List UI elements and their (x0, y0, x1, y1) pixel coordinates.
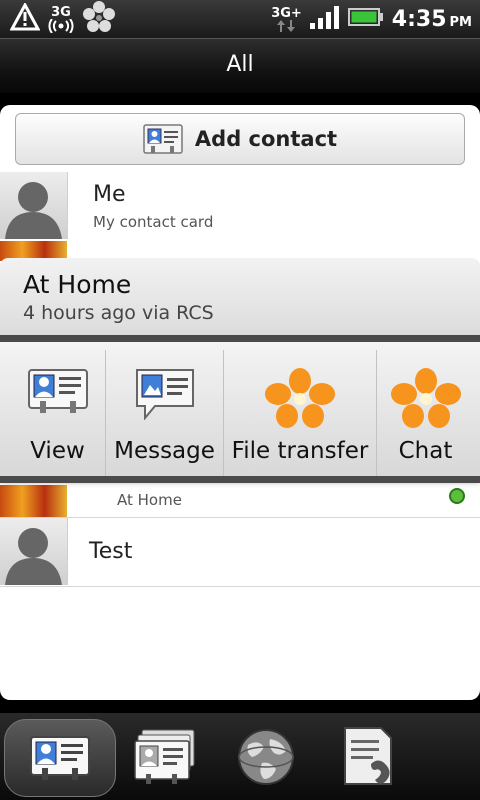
flower-notification-icon (82, 0, 116, 38)
quick-contact-status: 4 hours ago via RCS (23, 302, 214, 324)
tab-call-history[interactable] (315, 719, 425, 795)
contact-name: Me (93, 182, 126, 207)
network-3g-indicator: 3G (48, 6, 74, 33)
battery-icon (347, 7, 384, 31)
avatar (0, 518, 68, 585)
header-bar: All (0, 38, 480, 93)
network-type-left: 3G (51, 4, 71, 20)
add-contact-label: Add contact (194, 127, 338, 151)
divider (0, 335, 480, 342)
page-title: All (226, 52, 254, 77)
default-person-icon (5, 528, 62, 585)
view-action-label: View (30, 438, 85, 464)
contact-subtitle: At Home (117, 491, 182, 509)
tab-groups[interactable] (110, 719, 220, 795)
online-status-icon (449, 488, 465, 504)
status-bar: 3G 3G+ 4:35 PM (0, 0, 480, 38)
file-transfer-action-button[interactable]: File transfer (224, 350, 376, 476)
call-history-icon (344, 727, 392, 785)
chat-action-label: Chat (398, 438, 453, 464)
quick-contact-name: At Home (23, 270, 132, 299)
contact-row-me[interactable]: Me My contact card (0, 172, 480, 242)
quick-contact-actions: View Message File transfer Chat (0, 342, 480, 476)
contact-card-icon (27, 369, 88, 413)
network-type-right: 3G+ (271, 5, 302, 21)
alert-icon (9, 1, 41, 35)
bottom-tab-bar (0, 713, 480, 800)
chat-action-button[interactable]: Chat (377, 350, 474, 476)
data-arrows-icon (277, 19, 296, 32)
contact-row-test[interactable]: Test (0, 518, 480, 587)
default-person-icon (5, 182, 62, 239)
clock: 4:35 PM (392, 7, 472, 32)
tab-people[interactable] (4, 719, 116, 797)
groups-icon (134, 729, 195, 784)
contact-subtitle: My contact card (93, 213, 214, 231)
online-directory-icon (238, 729, 294, 785)
contact-name: Test (89, 539, 133, 564)
file-transfer-action-label: File transfer (231, 438, 369, 464)
divider (0, 476, 480, 483)
add-contact-button[interactable]: Add contact (15, 113, 465, 165)
message-icon (135, 369, 194, 420)
clock-ampm: PM (449, 14, 472, 30)
battery-level (351, 11, 377, 23)
chat-flower-icon (390, 368, 461, 428)
contact-photo (0, 485, 67, 517)
avatar (0, 172, 68, 239)
tab-online-directory[interactable] (211, 719, 321, 795)
wireless-signal-icon (48, 18, 74, 33)
message-action-label: Message (114, 438, 215, 464)
contact-card-icon (143, 124, 183, 154)
message-action-button[interactable]: Message (106, 350, 223, 476)
view-action-button[interactable]: View (10, 350, 105, 476)
signal-strength-icon (309, 5, 340, 33)
network-3gplus-indicator: 3G+ (271, 7, 302, 32)
people-icon (30, 736, 90, 780)
clock-time: 4:35 (391, 6, 447, 32)
file-transfer-flower-icon (265, 368, 335, 428)
quick-contact-header: At Home 4 hours ago via RCS (0, 258, 480, 336)
